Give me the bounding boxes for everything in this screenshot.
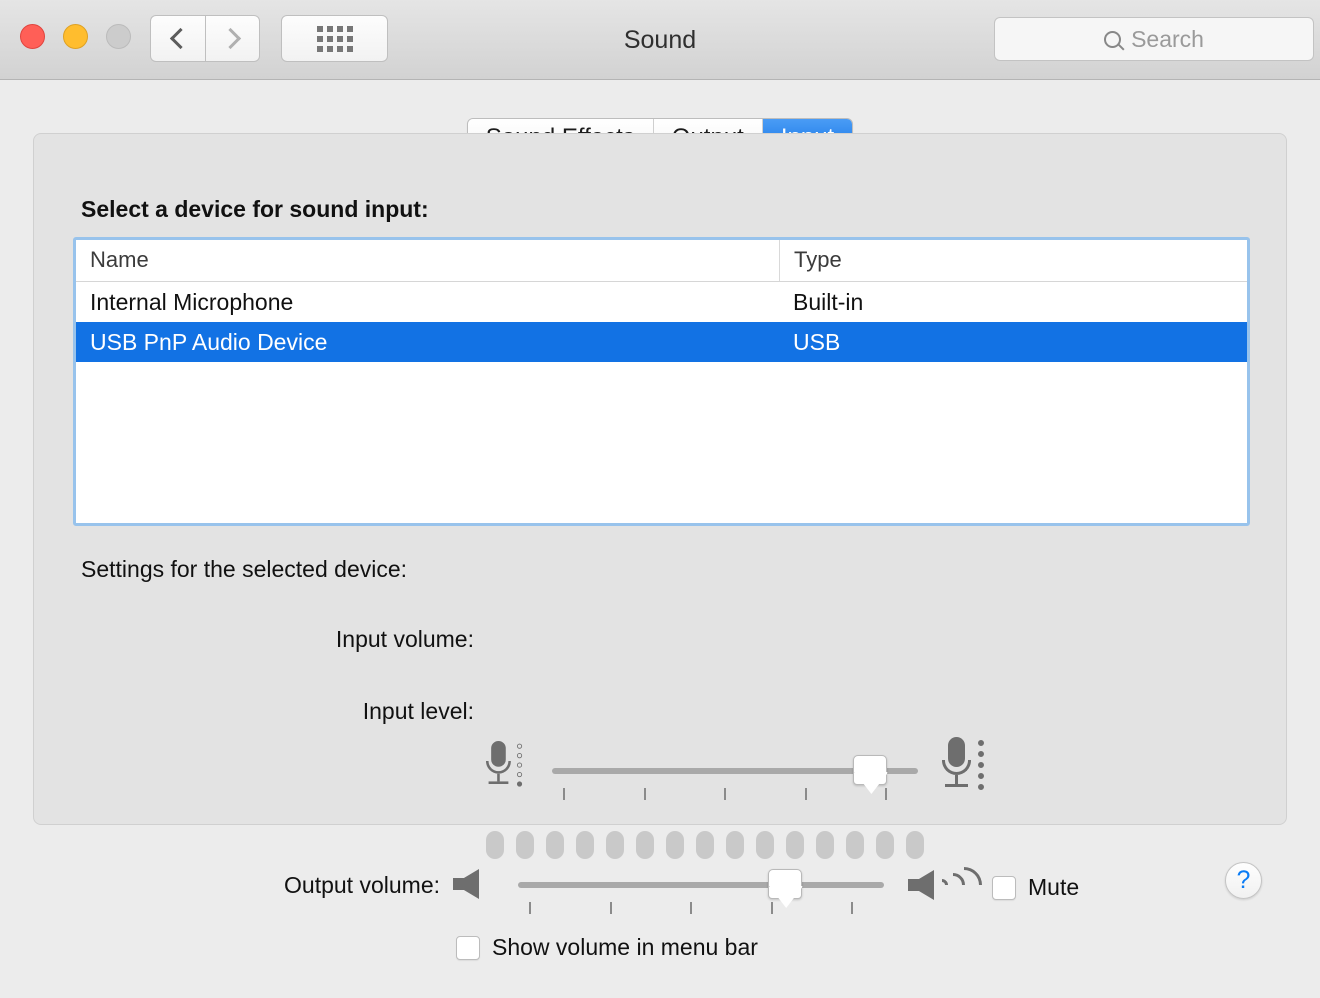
show-volume-menubar-row[interactable]: Show volume in menu bar	[456, 934, 758, 961]
output-volume-thumb[interactable]	[768, 869, 803, 899]
search-field[interactable]: Search	[994, 17, 1314, 61]
search-placeholder: Search	[1131, 25, 1204, 52]
device-prompt-label: Select a device for sound input:	[81, 196, 429, 222]
help-button[interactable]: ?	[1225, 862, 1262, 899]
slider-ticks	[518, 902, 884, 914]
input-settings-panel: Select a device for sound input: Name Ty…	[33, 133, 1287, 899]
device-name: USB PnP Audio Device	[90, 328, 328, 355]
microphone-loud-icon	[942, 737, 984, 790]
input-device-table[interactable]: Name Type Internal Microphone Built-in U…	[73, 237, 1250, 526]
input-level-meter	[486, 831, 924, 859]
speaker-loud-icon	[908, 859, 990, 911]
input-volume-label: Input volume:	[335, 626, 474, 652]
mute-checkbox-row[interactable]: Mute	[992, 874, 1079, 901]
column-header-type[interactable]: Type	[779, 240, 1247, 281]
slider-track	[518, 882, 884, 888]
search-icon	[1104, 30, 1122, 48]
input-level-label: Input level:	[362, 698, 474, 724]
microphone-quiet-icon	[486, 741, 523, 787]
column-header-name[interactable]: Name	[76, 240, 779, 281]
show-volume-in-menu-bar-label: Show volume in menu bar	[492, 934, 758, 960]
device-name: Internal Microphone	[90, 288, 294, 315]
device-type: Built-in	[793, 288, 864, 315]
table-row[interactable]: Internal Microphone Built-in	[76, 282, 1247, 322]
mute-checkbox[interactable]	[992, 875, 1016, 900]
table-header: Name Type	[76, 240, 1247, 282]
window-titlebar: Sound Search	[0, 0, 1320, 80]
device-type: USB	[793, 328, 841, 355]
show-volume-in-menu-bar-checkbox[interactable]	[456, 935, 480, 960]
input-volume-thumb[interactable]	[853, 755, 888, 785]
output-volume-label: Output volume:	[284, 872, 440, 898]
settings-section-label: Settings for the selected device:	[81, 556, 408, 582]
mute-label: Mute	[1028, 874, 1080, 900]
slider-ticks	[552, 788, 918, 800]
table-row[interactable]: USB PnP Audio Device USB	[76, 322, 1247, 362]
speaker-quiet-icon	[453, 869, 479, 899]
